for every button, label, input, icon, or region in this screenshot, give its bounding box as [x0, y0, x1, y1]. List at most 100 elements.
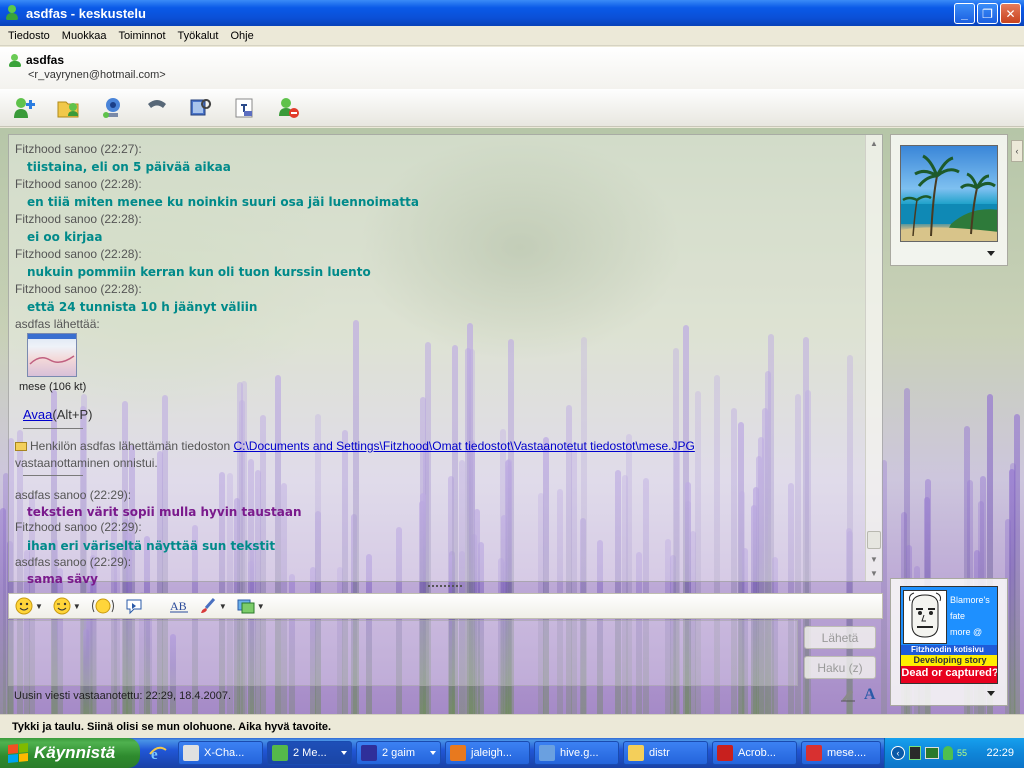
- contact-email: <r_vayrynen@hotmail.com>: [28, 69, 166, 81]
- acrobat-icon: [717, 745, 733, 761]
- ad-text-line2: fate: [950, 611, 966, 621]
- background-color-button[interactable]: ▼: [199, 596, 227, 616]
- app-window-icon: [539, 745, 555, 761]
- ad-developing-story: Developing story: [901, 655, 997, 666]
- network-icon[interactable]: [909, 746, 921, 760]
- taskbar-button-label: X-Cha...: [204, 747, 245, 759]
- menu-edit[interactable]: Muokkaa: [56, 30, 113, 42]
- taskbar-button[interactable]: distr: [623, 741, 708, 765]
- wink-button[interactable]: ▼: [53, 596, 81, 616]
- taskbar-button[interactable]: 2 Me...: [267, 741, 352, 765]
- taskbar: Käynnistä e X-Cha... 2 Me... 2 gaim jaleigh…: [0, 738, 1024, 768]
- conversation-toolbar: [0, 89, 1024, 127]
- taskbar-button-label: distr: [649, 747, 670, 759]
- close-button[interactable]: ✕: [1000, 3, 1021, 24]
- start-button[interactable]: Käynnistä: [0, 738, 140, 768]
- file-caption: mese (106 kt): [19, 381, 87, 393]
- clock[interactable]: 22:29: [986, 738, 1014, 768]
- tray-expand-chevron-icon[interactable]: ‹: [891, 746, 905, 760]
- scroll-down-arrow-icon[interactable]: ▼: [866, 553, 882, 567]
- scroll-thumb[interactable]: [867, 531, 881, 549]
- nudge-button[interactable]: [91, 596, 115, 616]
- message-header: Fitzhood sanoo (22:27):: [15, 142, 142, 156]
- message-header: Fitzhood sanoo (22:28):: [15, 177, 142, 191]
- search-button[interactable]: Haku (z): [804, 656, 876, 679]
- menu-bar: Tiedosto Muokkaa Toiminnot Työkalut Ohje: [0, 26, 1024, 46]
- emoticon-button[interactable]: ▼: [15, 596, 43, 616]
- contact-display-picture-frame[interactable]: [890, 134, 1008, 266]
- menu-tools[interactable]: Työkalut: [172, 30, 225, 42]
- my-display-picture-frame[interactable]: Blamore's fate more @ Fitzhoodin kotisiv…: [890, 578, 1008, 706]
- monitor-icon[interactable]: [925, 747, 939, 759]
- open-shortcut: (Alt+P): [52, 407, 93, 422]
- video-icon[interactable]: [186, 94, 216, 122]
- message-input[interactable]: [8, 620, 798, 686]
- transfer-header: asdfas lähettää:: [15, 317, 100, 331]
- ad-dead-or-captured: Dead or captured?: [901, 666, 997, 683]
- taskbar-button[interactable]: mese....: [801, 741, 881, 765]
- chat-scrollbar[interactable]: ▲ ▼ ▼: [865, 135, 882, 581]
- wink-icon: [53, 597, 71, 615]
- input-toolbar: ▼ ▼ AB ▼ ▼: [8, 593, 883, 619]
- menu-actions[interactable]: Toiminnot: [112, 30, 171, 42]
- scroll-up-arrow-icon[interactable]: ▲: [866, 137, 882, 151]
- font-button[interactable]: AB: [169, 596, 189, 616]
- games-icon[interactable]: [230, 94, 260, 122]
- gaim-icon: [361, 745, 377, 761]
- chat-history[interactable]: Fitzhood sanoo (22:27): tiistaina, eli o…: [8, 134, 883, 586]
- taskbar-button-label: 2 gaim: [382, 747, 416, 759]
- send-files-icon[interactable]: [54, 94, 84, 122]
- voice-call-icon[interactable]: [142, 94, 172, 122]
- window-title: asdfas - keskustelu: [26, 5, 146, 21]
- maximize-button[interactable]: ❐: [977, 3, 998, 24]
- ie-quicklaunch-icon[interactable]: e: [148, 744, 168, 762]
- text-format-icon[interactable]: A: [864, 686, 876, 704]
- message-header: Fitzhood sanoo (22:28):: [15, 212, 142, 226]
- taskbar-button-label: mese....: [827, 747, 867, 759]
- messenger-tray-icon[interactable]: [943, 746, 953, 760]
- taskbar-button[interactable]: X-Cha...: [178, 741, 263, 765]
- smiley-icon: [15, 597, 33, 615]
- collapse-panel-chevron-icon[interactable]: ‹: [1011, 140, 1023, 162]
- menu-help[interactable]: Ohje: [224, 30, 259, 42]
- minimize-button[interactable]: _: [954, 3, 975, 24]
- message-header: asdfas sanoo (22:29):: [15, 488, 132, 502]
- taskbar-button-label: Acrob...: [738, 747, 776, 759]
- chat-x-icon: [183, 745, 199, 761]
- send-button[interactable]: Lähetä: [804, 626, 876, 649]
- windows-logo-icon: [8, 742, 28, 764]
- pane-resize-handle[interactable]: [428, 585, 462, 589]
- message-text: nukuin pommiin kerran kun oli tuon kurss…: [27, 265, 371, 279]
- my-picture-dropdown-icon[interactable]: [987, 691, 995, 696]
- folder-icon: [15, 442, 27, 451]
- title-bar[interactable]: asdfas - keskustelu _ ❐ ✕: [0, 0, 1024, 26]
- taskbar-button[interactable]: Acrob...: [712, 741, 797, 765]
- contact-header: asdfas <r_vayrynen@hotmail.com>: [0, 47, 1024, 89]
- contact-name: asdfas: [26, 53, 65, 67]
- nudge-icon: [91, 598, 114, 614]
- tray-number[interactable]: 55: [957, 748, 967, 758]
- receipt-prefix: Henkilön asdfas lähettämän tiedoston: [30, 439, 234, 453]
- firefox-icon: [450, 745, 466, 761]
- pen-icon[interactable]: [840, 688, 856, 702]
- voice-clip-button[interactable]: [125, 596, 143, 616]
- received-file-path-link[interactable]: C:\Documents and Settings\Fitzhood\Omat …: [233, 439, 694, 453]
- svg-text:AB: AB: [170, 599, 187, 613]
- webcam-icon[interactable]: [98, 94, 128, 122]
- font-icon: AB: [169, 599, 188, 613]
- display-picture-dropdown-icon[interactable]: [987, 251, 995, 256]
- start-label: Käynnistä: [34, 743, 116, 762]
- taskbar-button[interactable]: jaleigh...: [445, 741, 530, 765]
- backgrounds-button[interactable]: ▼: [237, 596, 265, 616]
- background-image-icon: [237, 599, 255, 614]
- menu-file[interactable]: Tiedosto: [2, 30, 56, 42]
- file-thumbnail[interactable]: [27, 333, 77, 377]
- scroll-bottom-arrow-icon[interactable]: ▼: [866, 567, 882, 581]
- contact-display-picture: [900, 145, 998, 242]
- block-icon[interactable]: [274, 94, 304, 122]
- open-file-link[interactable]: Avaa: [23, 407, 52, 422]
- taskbar-button[interactable]: 2 gaim: [356, 741, 441, 765]
- invite-icon[interactable]: [10, 94, 40, 122]
- taskbar-button[interactable]: hive.g...: [534, 741, 619, 765]
- taskbar-button-label: hive.g...: [560, 747, 599, 759]
